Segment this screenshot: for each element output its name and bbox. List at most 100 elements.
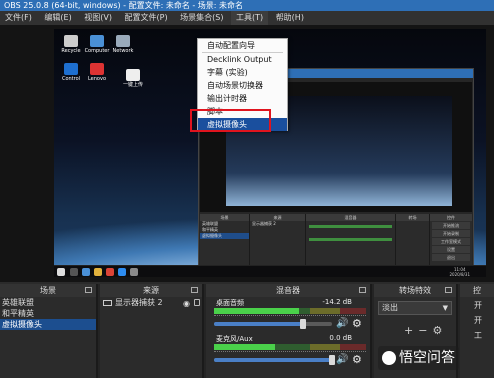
network-icon (116, 35, 130, 47)
desktop-icon-label: Control (61, 76, 81, 82)
desktop-icon-label: Recycle (61, 48, 81, 54)
eye-icon[interactable]: ◉ (183, 298, 190, 310)
volume-meter (214, 344, 366, 350)
desktop-icon-label: Lenovo (87, 76, 107, 82)
mixer-dock: 混音器 桌面音频 -14.2 dB 🔊 ⚙ 麦克风/Aux 0.0 dB 🔊 ⚙ (206, 284, 372, 378)
sources-dock: 来源 显示器捕获 2 ◉ (100, 284, 204, 378)
add-transition-button[interactable]: + (404, 324, 413, 337)
nested-controls-title: 控件 (430, 214, 472, 221)
computer-icon (90, 35, 104, 47)
popout-icon[interactable] (359, 287, 366, 293)
edge-icon (82, 268, 90, 276)
transition-select[interactable]: 淡出 ▼ (378, 301, 452, 315)
scenes-dock: 场景 英雄联盟 和平精英 虚拟摄像头 (0, 284, 98, 378)
menu-edit[interactable]: 编辑(E) (39, 11, 76, 25)
slider-knob[interactable] (299, 319, 306, 329)
recycle-bin-icon (64, 35, 78, 47)
slider-knob[interactable] (329, 355, 335, 365)
start-record-button[interactable]: 开 (460, 315, 494, 326)
start-icon (57, 268, 65, 276)
speaker-icon[interactable]: 🔊 (336, 354, 348, 365)
watermark-text: 悟空问答 (399, 350, 455, 366)
menu-file[interactable]: 文件(F) (0, 11, 37, 25)
meter-level (214, 344, 275, 350)
remove-transition-button[interactable]: − (418, 324, 427, 337)
taskbar-clock: 11:04 2020/8/31 (449, 267, 470, 277)
desktop-icon-upload: 一键上传 (120, 69, 146, 88)
window-title: OBS 25.0.8 (64-bit, windows) - 配置文件: 未命名… (0, 0, 494, 11)
wukong-logo-icon (382, 351, 396, 365)
search-icon (70, 268, 78, 276)
desktop-icon-lenovo: Lenovo (84, 63, 110, 82)
nested-source-item: 显示器捕获 2 (252, 221, 276, 226)
mixer-channel-desktop: 桌面音频 -14.2 dB 🔊 ⚙ (206, 297, 370, 333)
source-label: 显示器捕获 2 (115, 298, 163, 307)
menu-item-scene-switcher[interactable]: 自动场景切换器 (198, 79, 287, 92)
menu-scene-collection[interactable]: 场景集合(S) (175, 11, 228, 25)
desktop-icon-recycle: Recycle (58, 35, 84, 54)
transition-buttons: + − ⚙ (374, 319, 456, 338)
start-stream-button[interactable]: 开 (460, 300, 494, 311)
nested-control-button: 工作室模式 (432, 238, 470, 245)
menu-item-captions[interactable]: 字幕 (实验) (198, 66, 287, 79)
channel-db: 0.0 dB (329, 334, 352, 342)
folder-icon (94, 268, 102, 276)
transition-settings-icon[interactable]: ⚙ (432, 324, 442, 337)
sources-title: 来源 (100, 284, 202, 297)
chevron-down-icon: ▼ (442, 304, 448, 312)
speaker-icon[interactable]: 🔊 (336, 318, 348, 329)
source-item-display-capture[interactable]: 显示器捕获 2 ◉ (100, 297, 202, 309)
upload-icon (126, 69, 140, 81)
slider-fill (214, 358, 332, 362)
menu-help[interactable]: 帮助(H) (271, 11, 309, 25)
lenovo-icon (90, 63, 104, 75)
menu-tools[interactable]: 工具(T) (231, 11, 269, 25)
meter-red-zone (340, 344, 366, 350)
scene-item-peace-elite[interactable]: 和平精英 (0, 308, 96, 319)
chrome-icon (106, 268, 114, 276)
menu-item-scripts[interactable]: 脚本 (198, 105, 287, 118)
menu-item-decklink-output[interactable]: Decklink Output (198, 53, 287, 66)
desktop-icon-label: 一键上传 (122, 82, 143, 88)
menu-profile[interactable]: 配置文件(P) (120, 11, 173, 25)
volume-meter (214, 308, 366, 314)
watermark: 悟空问答 (378, 346, 459, 370)
scene-item-league[interactable]: 英雄联盟 (0, 297, 96, 308)
meter-yellow-zone (310, 308, 340, 314)
nested-mixer-title: 混音器 (306, 214, 395, 221)
popout-icon[interactable] (85, 287, 92, 293)
controls-dock: 控 开 开 工 (460, 284, 494, 378)
scene-item-virtual-camera[interactable]: 虚拟摄像头 (0, 319, 96, 330)
lock-icon[interactable] (194, 299, 200, 306)
tools-dropdown-menu: 自动配置向导 Decklink Output 字幕 (实验) 自动场景切换器 输… (197, 38, 288, 131)
menu-item-auto-config[interactable]: 自动配置向导 (198, 39, 287, 52)
channel-name: 桌面音频 (216, 299, 244, 307)
studio-mode-button[interactable]: 工 (460, 330, 494, 341)
menu-view[interactable]: 视图(V) (79, 11, 117, 25)
nested-control-button: 开始推流 (432, 222, 470, 229)
nested-meter (309, 238, 392, 241)
menu-item-virtual-camera[interactable]: 虚拟摄像头 (198, 118, 287, 131)
windows-taskbar: 11:04 2020/8/31 (54, 265, 486, 277)
nested-sources-title: 来源 (250, 214, 305, 221)
volume-slider[interactable] (214, 355, 335, 365)
mixer-title-text: 混音器 (276, 286, 300, 295)
menu-item-output-timer[interactable]: 输出计时器 (198, 92, 287, 105)
transitions-title-text: 转场特效 (399, 286, 431, 295)
gear-icon[interactable]: ⚙ (352, 317, 362, 330)
desktop-icon-control: Control (58, 63, 84, 82)
obs-icon (130, 268, 138, 276)
popout-icon[interactable] (191, 287, 198, 293)
mixer-channel-mic: 麦克风/Aux 0.0 dB 🔊 ⚙ (206, 333, 370, 369)
scenes-title: 场景 (0, 284, 96, 297)
mixer-title: 混音器 (206, 284, 370, 297)
gear-icon[interactable]: ⚙ (352, 353, 362, 366)
sources-title-text: 来源 (143, 286, 159, 295)
meter-red-zone (340, 308, 366, 314)
app-icon (118, 268, 126, 276)
volume-slider[interactable] (214, 319, 332, 329)
popout-icon[interactable] (445, 287, 452, 293)
desktop-icon-label: Computer (84, 48, 110, 54)
nested-control-button: 退出 (432, 254, 470, 261)
nested-control-button: 设置 (432, 246, 470, 253)
